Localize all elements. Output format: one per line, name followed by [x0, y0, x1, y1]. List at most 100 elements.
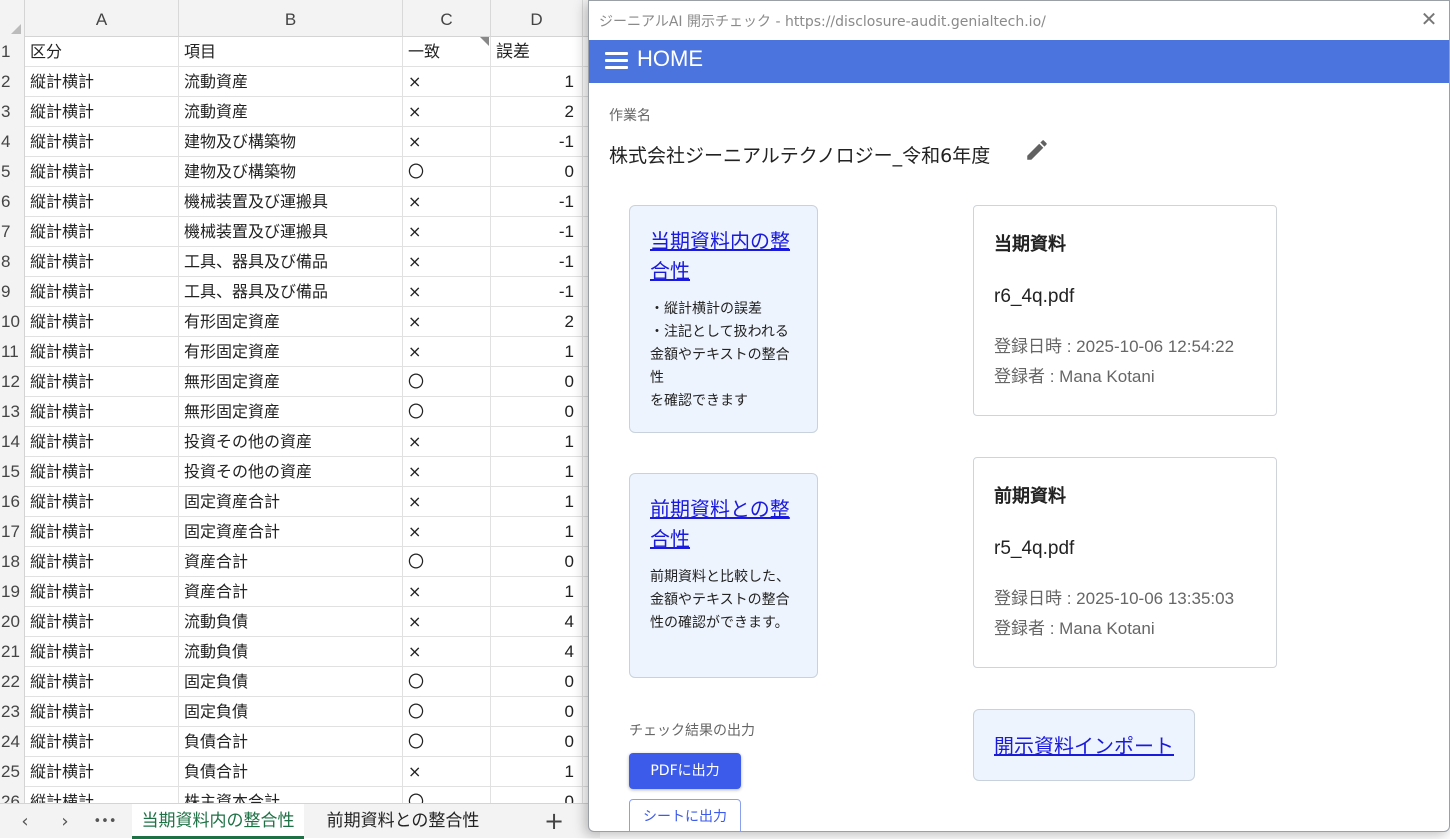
row-number[interactable]: 11: [0, 337, 25, 367]
comment-indicator[interactable]: [480, 37, 489, 46]
cell-difference[interactable]: 0: [491, 727, 583, 757]
cell-match[interactable]: ×: [403, 337, 491, 367]
cell-match[interactable]: ×: [403, 577, 491, 607]
row-number[interactable]: 5: [0, 157, 25, 187]
cell-match[interactable]: 〇: [403, 727, 491, 757]
cell-difference[interactable]: 0: [491, 397, 583, 427]
export-sheet-button[interactable]: シートに出力: [629, 799, 741, 831]
row-number[interactable]: 18: [0, 547, 25, 577]
cell-category[interactable]: 縦計横計: [25, 367, 179, 397]
menu-icon[interactable]: [605, 52, 629, 72]
cell-category[interactable]: 縦計横計: [25, 727, 179, 757]
cell-match[interactable]: 〇: [403, 667, 491, 697]
cell-category[interactable]: 縦計横計: [25, 487, 179, 517]
cell-match[interactable]: 一致: [403, 37, 491, 67]
pencil-icon[interactable]: [1024, 137, 1050, 163]
cell-match[interactable]: ×: [403, 277, 491, 307]
current-consistency-link[interactable]: 当期資料内の整合性: [650, 226, 797, 286]
cell-difference[interactable]: 1: [491, 577, 583, 607]
export-pdf-button[interactable]: PDFに出力: [629, 753, 741, 789]
cell-category[interactable]: 縦計横計: [25, 157, 179, 187]
cell-item[interactable]: 工具、器具及び備品: [179, 247, 403, 277]
select-all-corner[interactable]: [0, 0, 25, 37]
cell-difference[interactable]: 4: [491, 607, 583, 637]
cell-category[interactable]: 縦計横計: [25, 187, 179, 217]
cell-category[interactable]: 縦計横計: [25, 607, 179, 637]
cell-item[interactable]: 投資その他の資産: [179, 427, 403, 457]
close-icon[interactable]: ✕: [1417, 7, 1441, 31]
cell-item[interactable]: 工具、器具及び備品: [179, 277, 403, 307]
cell-category[interactable]: 縦計横計: [25, 517, 179, 547]
row-number[interactable]: 22: [0, 667, 25, 697]
cell-category[interactable]: 縦計横計: [25, 427, 179, 457]
cell-match[interactable]: 〇: [403, 547, 491, 577]
cell-category[interactable]: 縦計横計: [25, 337, 179, 367]
cell-difference[interactable]: 1: [491, 67, 583, 97]
cell-match[interactable]: ×: [403, 637, 491, 667]
cell-item[interactable]: 機械装置及び運搬具: [179, 217, 403, 247]
cell-item[interactable]: 投資その他の資産: [179, 457, 403, 487]
prior-consistency-link[interactable]: 前期資料との整合性: [650, 494, 797, 554]
row-number[interactable]: 2: [0, 67, 25, 97]
cell-item[interactable]: 建物及び構築物: [179, 157, 403, 187]
cell-match[interactable]: 〇: [403, 367, 491, 397]
cell-difference[interactable]: 0: [491, 157, 583, 187]
cell-item[interactable]: 固定資産合計: [179, 487, 403, 517]
cell-item[interactable]: 項目: [179, 37, 403, 67]
column-header-c[interactable]: C: [403, 0, 491, 37]
cell-difference[interactable]: 0: [491, 697, 583, 727]
row-number[interactable]: 24: [0, 727, 25, 757]
cell-category[interactable]: 縦計横計: [25, 757, 179, 787]
cell-item[interactable]: 流動負債: [179, 607, 403, 637]
cell-difference[interactable]: -1: [491, 187, 583, 217]
row-number[interactable]: 13: [0, 397, 25, 427]
row-number[interactable]: 8: [0, 247, 25, 277]
cell-category[interactable]: 縦計横計: [25, 97, 179, 127]
cell-match[interactable]: 〇: [403, 157, 491, 187]
row-number[interactable]: 16: [0, 487, 25, 517]
row-number[interactable]: 17: [0, 517, 25, 547]
cell-category[interactable]: 縦計横計: [25, 307, 179, 337]
cell-category[interactable]: 縦計横計: [25, 667, 179, 697]
cell-category[interactable]: 縦計横計: [25, 247, 179, 277]
column-header-b[interactable]: B: [179, 0, 403, 37]
cell-match[interactable]: ×: [403, 97, 491, 127]
cell-category[interactable]: 縦計横計: [25, 547, 179, 577]
cell-item[interactable]: 有形固定資産: [179, 337, 403, 367]
cell-difference[interactable]: -1: [491, 217, 583, 247]
cell-category[interactable]: 縦計横計: [25, 397, 179, 427]
cell-match[interactable]: ×: [403, 127, 491, 157]
row-number[interactable]: 6: [0, 187, 25, 217]
more-sheets-button[interactable]: •••: [86, 804, 124, 839]
row-number[interactable]: 20: [0, 607, 25, 637]
cell-match[interactable]: ×: [403, 67, 491, 97]
cell-difference[interactable]: -1: [491, 127, 583, 157]
row-number[interactable]: 3: [0, 97, 25, 127]
prev-sheet-button[interactable]: ‹: [6, 804, 44, 839]
cell-item[interactable]: 流動資産: [179, 67, 403, 97]
column-header-a[interactable]: A: [25, 0, 179, 37]
cell-match[interactable]: ×: [403, 247, 491, 277]
row-number[interactable]: 9: [0, 277, 25, 307]
cell-match[interactable]: ×: [403, 487, 491, 517]
cell-difference[interactable]: 0: [491, 547, 583, 577]
cell-difference[interactable]: 1: [491, 337, 583, 367]
cell-item[interactable]: 有形固定資産: [179, 307, 403, 337]
cell-item[interactable]: 建物及び構築物: [179, 127, 403, 157]
cell-category[interactable]: 縦計横計: [25, 577, 179, 607]
cell-category[interactable]: 縦計横計: [25, 457, 179, 487]
cell-category[interactable]: 縦計横計: [25, 217, 179, 247]
cell-match[interactable]: ×: [403, 217, 491, 247]
cell-difference[interactable]: 1: [491, 517, 583, 547]
row-number[interactable]: 14: [0, 427, 25, 457]
cell-difference[interactable]: 4: [491, 637, 583, 667]
cell-match[interactable]: 〇: [403, 697, 491, 727]
cell-category[interactable]: 縦計横計: [25, 277, 179, 307]
cell-difference[interactable]: 誤差: [491, 37, 583, 67]
row-number[interactable]: 7: [0, 217, 25, 247]
cell-difference[interactable]: 1: [491, 757, 583, 787]
row-number[interactable]: 15: [0, 457, 25, 487]
cell-match[interactable]: ×: [403, 607, 491, 637]
cell-item[interactable]: 無形固定資産: [179, 367, 403, 397]
cell-item[interactable]: 負債合計: [179, 727, 403, 757]
